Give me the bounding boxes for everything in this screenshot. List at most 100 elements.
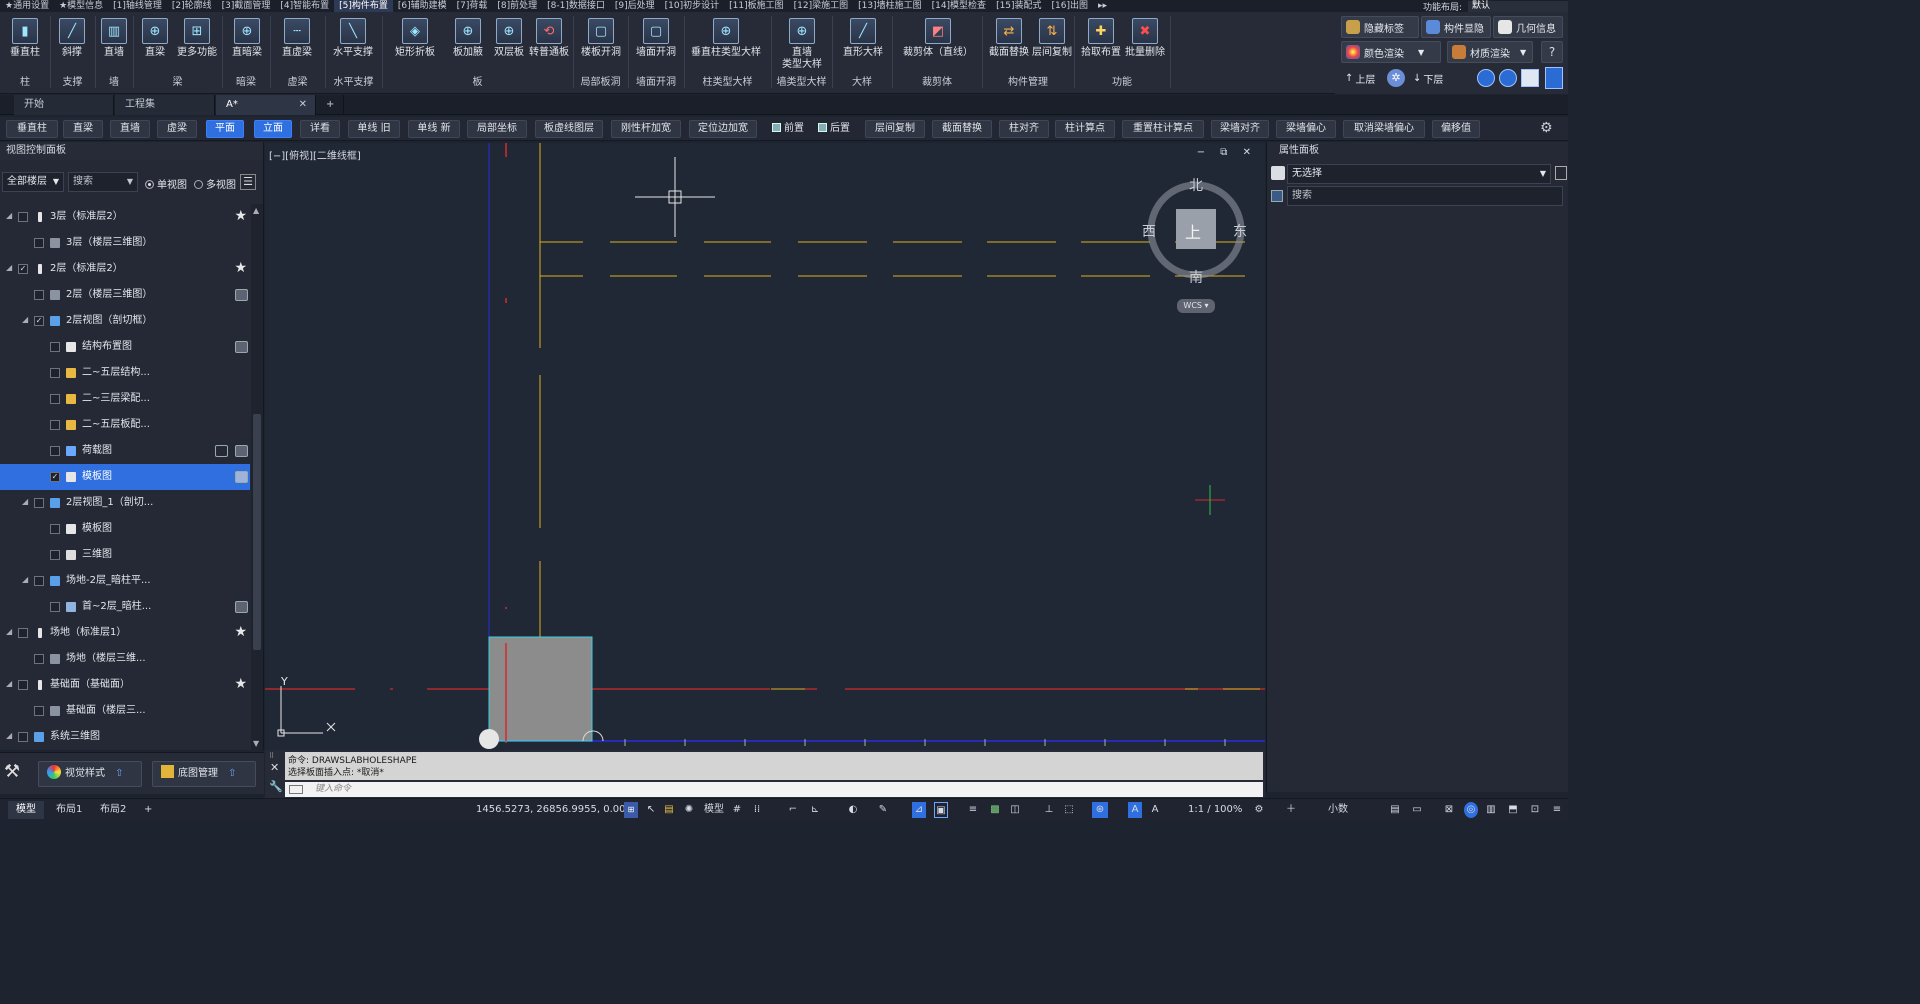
plus-icon[interactable]: ＋ [1284, 802, 1298, 818]
cmd-rigid-bar-widen[interactable]: 刚性杆加宽 [611, 120, 681, 138]
window-icon[interactable] [1521, 69, 1539, 87]
lower-floor-button[interactable]: ↓ 下层 [1409, 67, 1453, 89]
expand-icon[interactable]: ◢ [6, 627, 12, 636]
dots-icon[interactable]: ⁞⁞ [750, 802, 764, 818]
tools-icon[interactable]: ⚒ [4, 761, 20, 782]
selection-select[interactable]: 无选择 ▼ [1287, 164, 1551, 184]
visual-style-button[interactable]: 视觉样式 ⇧ [38, 761, 142, 787]
straight-detail-button[interactable]: ╱ 直形大样 [838, 16, 888, 78]
color-render-button[interactable]: 颜色渲染 ▼ [1341, 41, 1441, 63]
dynamic-input-icon[interactable]: ⊿ [912, 802, 926, 818]
status-menu-icon[interactable]: ≡ [1550, 802, 1564, 818]
osnap-icon[interactable]: ◐ [846, 802, 860, 818]
expand-icon[interactable]: ◢ [6, 679, 12, 688]
units-select[interactable]: 小数 [1326, 802, 1350, 818]
layout-tab-2[interactable]: 布局2 [92, 801, 134, 819]
cmd-detail-view[interactable]: 详看 [300, 120, 340, 138]
cmd-vertical-column[interactable]: 垂直柱 [6, 120, 58, 138]
tree-checkbox[interactable] [34, 576, 44, 586]
properties-icon[interactable]: ▤ [1388, 802, 1402, 818]
tree-item[interactable]: ◢ 2层视图_1（剖切... [0, 490, 250, 516]
transparency-icon[interactable]: ≡ [966, 802, 980, 818]
vertical-column-button[interactable]: ▮ 垂直柱 [0, 16, 50, 78]
cmd-straight-wall[interactable]: 直墙 [110, 120, 150, 138]
ucs-toggle-icon[interactable]: ⊥ [1042, 802, 1056, 818]
hidden-beam-button[interactable]: ⊕ 直暗梁 [222, 16, 272, 78]
tab-component-layout[interactable]: [5]构件布置 [334, 0, 393, 12]
load-edit-icon[interactable] [215, 445, 228, 457]
tree-checkbox[interactable] [18, 680, 28, 690]
tab-load[interactable]: [7]荷载 [452, 0, 493, 12]
tab-output[interactable]: [16]出图 [1047, 0, 1093, 12]
wall-opening-button[interactable]: ▢ 墙面开洞 [631, 16, 681, 78]
tab-prelim-design[interactable]: [10]初步设计 [660, 0, 724, 12]
favorite-star-icon[interactable]: ★ [234, 208, 247, 224]
cmd-straight-beam[interactable]: 直梁 [63, 120, 103, 138]
tab-slab-drawing[interactable]: [11]板施工图 [724, 0, 788, 12]
cmd-single-line-new[interactable]: 单线 新 [408, 120, 460, 138]
tree-item[interactable]: 二~三层梁配... [0, 386, 250, 412]
tree-item[interactable]: ◢ 场地（标准层1） ★ [0, 620, 250, 646]
cmd-single-line-old[interactable]: 单线 旧 [348, 120, 400, 138]
hardware-accel-icon[interactable]: ◎ [1464, 802, 1478, 818]
wrench-icon[interactable]: 🔧 [269, 780, 283, 793]
tree-checkbox[interactable] [18, 732, 28, 742]
cmd-reset-column-calc-point[interactable]: 重置柱计算点 [1122, 120, 1204, 138]
note-icon[interactable]: ▤ [662, 802, 676, 818]
drawing-canvas[interactable]: [−][俯视][二维线框] − ⧉ ✕ 北 南 东 西 上 WCS ▾ Y [265, 143, 1265, 750]
cmd-offset-value[interactable]: 偏移值 [1432, 120, 1480, 138]
open-view-icon[interactable] [235, 341, 248, 353]
wall-type-detail-button[interactable]: ⊕ 直墙 类型大样 [777, 16, 827, 78]
wcs-button[interactable]: WCS ▾ [1177, 299, 1215, 313]
command-prompt-icon[interactable] [289, 785, 303, 794]
cursor-icon[interactable]: ↖ [644, 802, 658, 818]
cmd-cancel-beam-wall-offset[interactable]: 取消梁墙偏心 [1343, 120, 1425, 138]
tree-checkbox[interactable] [50, 342, 60, 352]
tree-item[interactable]: ✓ 模板图 [0, 464, 250, 490]
multi-view-radio[interactable]: 多视图 [194, 176, 236, 191]
tab-aux-modeling[interactable]: [6]辅助建模 [393, 0, 452, 12]
gizmo-icon[interactable]: ⬚ [1062, 802, 1076, 818]
tab-outline[interactable]: [2]轮廓线 [167, 0, 217, 12]
new-tab-button[interactable]: + [318, 95, 344, 115]
add-layout-tab[interactable]: + [136, 801, 160, 819]
tree-checkbox[interactable] [50, 394, 60, 404]
compass-north[interactable]: 北 [1189, 175, 1203, 195]
column-type-detail-button[interactable]: ⊕ 垂直柱类型大样 [688, 16, 764, 78]
tab-data-interface[interactable]: [8-1]数据接口 [542, 0, 610, 12]
tree-checkbox[interactable] [34, 654, 44, 664]
expand-icon[interactable]: ◢ [6, 263, 12, 272]
tab-prefab[interactable]: [15]装配式 [991, 0, 1046, 12]
tree-checkbox[interactable]: ✓ [50, 472, 60, 482]
component-visibility-button[interactable]: 构件显隐 [1421, 16, 1491, 38]
property-search-input[interactable]: 搜索 [1287, 186, 1563, 206]
quick-select-icon[interactable] [1555, 166, 1567, 180]
tree-checkbox[interactable]: ✓ [18, 264, 28, 274]
workspace-gear-icon[interactable]: ⚙ [1252, 802, 1266, 818]
tree-checkbox[interactable] [50, 420, 60, 430]
expand-icon[interactable]: ◢ [6, 211, 12, 220]
cmd-virtual-beam[interactable]: 虚梁 [157, 120, 197, 138]
pick-place-button[interactable]: ✚ 拾取布置 [1076, 16, 1126, 78]
annotation-scale-icon[interactable]: A [1128, 802, 1142, 818]
customize-icon[interactable]: ⊡ [1528, 802, 1542, 818]
tab-document-a[interactable]: A* ✕ [216, 95, 316, 115]
tree-item[interactable]: ◢ 基础面（基础面） ★ [0, 672, 250, 698]
zoom-in-icon[interactable] [1477, 69, 1495, 87]
isolate-icon[interactable]: ⊠ [1442, 802, 1456, 818]
open-view-icon[interactable] [235, 445, 248, 457]
scroll-thumb[interactable] [253, 414, 261, 650]
hide-labels-button[interactable]: 隐藏标签 [1341, 16, 1419, 38]
3d-osnap-icon[interactable]: ◫ [1008, 802, 1022, 818]
tree-checkbox[interactable] [34, 238, 44, 248]
tab-beam-drawing[interactable]: [12]梁施工图 [789, 0, 853, 12]
tree-item[interactable]: 首~2层_暗柱... [0, 594, 250, 620]
grid-toggle-icon[interactable]: # [730, 802, 744, 818]
tree-item[interactable]: 场地（楼层三维... [0, 646, 250, 672]
open-view-icon[interactable] [235, 289, 248, 301]
monitor-icon[interactable]: ▭ [1410, 802, 1424, 818]
geometry-info-button[interactable]: 几何信息 [1493, 16, 1563, 38]
viewport-controls[interactable]: − ⧉ ✕ [1197, 147, 1257, 158]
single-view-radio[interactable]: 单视图 [145, 176, 187, 191]
otrack-icon[interactable]: ✎ [876, 802, 890, 818]
